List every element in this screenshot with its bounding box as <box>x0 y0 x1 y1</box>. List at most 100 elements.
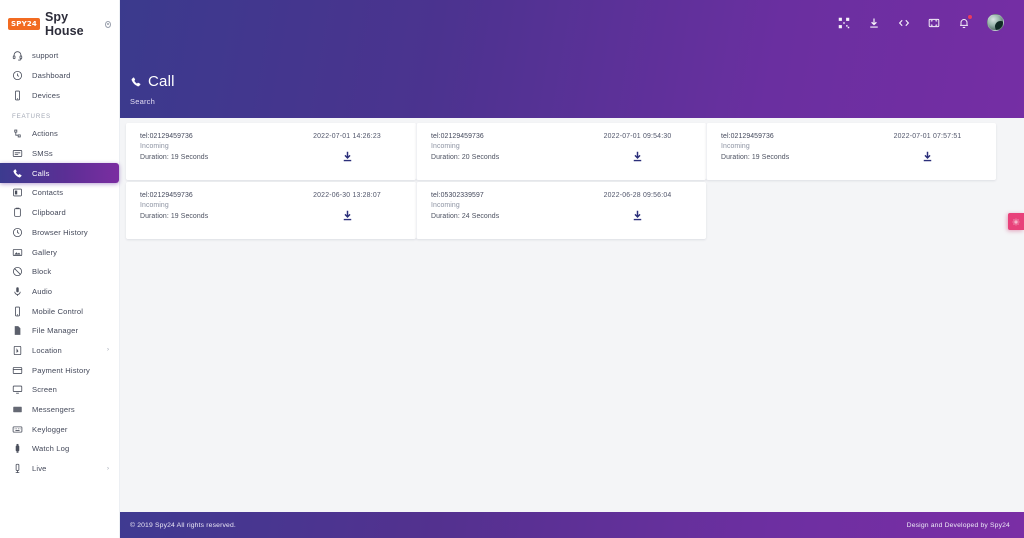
footer-copyright: © 2019 Spy24 All rights reserved. <box>130 521 236 529</box>
fullscreen-icon[interactable] <box>927 16 941 30</box>
sidebar-item-watch-log[interactable]: Watch Log <box>0 439 119 459</box>
headset-icon <box>12 50 23 61</box>
call-datetime: 2022-06-28 09:56:04 <box>603 192 672 199</box>
call-direction: Incoming <box>431 143 460 151</box>
calls-content: tel:02129459736 Incoming Duration: 19 Se… <box>120 118 1024 512</box>
sidebar-item-label: Payment History <box>32 365 90 375</box>
download-icon[interactable] <box>631 208 645 222</box>
spy24-logo: SPY24 <box>8 18 40 30</box>
contacts-icon <box>12 187 23 198</box>
sidebar-item-mobile-control[interactable]: Mobile Control <box>0 301 119 321</box>
call-datetime: 2022-07-01 14:26:23 <box>313 133 381 140</box>
footer: © 2019 Spy24 All rights reserved. Design… <box>120 512 1024 538</box>
sidebar-item-smss[interactable]: SMSs <box>0 144 119 164</box>
sidebar-item-keylogger[interactable]: Keylogger <box>0 419 119 439</box>
call-phone-number: tel:02129459736 <box>431 133 484 140</box>
call-card-meta: 2022-06-30 13:28:07 <box>290 191 404 239</box>
sidebar-item-label: support <box>32 51 59 61</box>
sidebar-item-screen[interactable]: Screen <box>0 380 119 400</box>
notification-badge <box>967 13 973 20</box>
messengers-icon <box>12 404 23 415</box>
sidebar-item-messengers[interactable]: Messengers <box>0 400 119 420</box>
download-icon[interactable] <box>340 208 354 222</box>
call-duration: Duration: 24 Seconds <box>431 212 500 220</box>
sidebar-item-dashboard[interactable]: Dashboard <box>0 66 119 86</box>
sidebar-item-label: Messengers <box>32 405 75 415</box>
chevron-right-icon: › <box>107 347 109 354</box>
sidebar-item-file-manager[interactable]: File Manager <box>0 321 119 341</box>
call-card-details: tel:02129459736 Incoming Duration: 20 Se… <box>431 132 581 180</box>
sidebar-item-audio[interactable]: Audio <box>0 282 119 302</box>
notification-bell-icon[interactable] <box>957 13 973 30</box>
call-card[interactable]: tel:02129459736 Incoming Duration: 19 Se… <box>706 123 996 180</box>
history-clock-icon <box>12 227 23 238</box>
calls-row-1: tel:02129459736 Incoming Duration: 19 Se… <box>126 123 1002 181</box>
sidebar-item-label: Dashboard <box>32 71 71 81</box>
sidebar-item-support[interactable]: support <box>0 46 119 66</box>
call-card[interactable]: tel:02129459736 Incoming Duration: 20 Se… <box>416 123 706 180</box>
call-card[interactable]: tel:02129459736 Incoming Duration: 19 Se… <box>126 182 416 239</box>
sidebar: SPY24 Spy House support Dashboard Device… <box>0 0 120 538</box>
call-datetime: 2022-06-30 13:28:07 <box>313 192 381 199</box>
sidebar-item-devices[interactable]: Devices <box>0 85 119 105</box>
call-card-details: tel:02129459736 Incoming Duration: 19 Se… <box>721 132 871 180</box>
top-header: Call Search <box>120 0 1024 118</box>
call-card[interactable]: tel:05302339597 Incoming Duration: 24 Se… <box>416 182 706 239</box>
brand-name: Spy House <box>44 10 84 38</box>
call-phone-number: tel:02129459736 <box>140 192 193 199</box>
user-avatar[interactable] <box>987 14 1004 31</box>
sidebar-nav-features: Actions SMSs Calls Contacts Clipboard Br… <box>0 124 119 478</box>
call-datetime: 2022-07-01 07:57:51 <box>893 133 962 140</box>
call-direction: Incoming <box>431 202 460 210</box>
sidebar-item-calls[interactable]: Calls <box>0 163 119 184</box>
page-title: Call <box>130 73 175 90</box>
download-icon[interactable] <box>340 149 354 163</box>
call-card-details: tel:05302339597 Incoming Duration: 24 Se… <box>431 191 581 239</box>
mobile-control-icon <box>12 306 23 317</box>
call-direction: Incoming <box>140 143 169 151</box>
header-actions <box>837 13 1004 31</box>
sidebar-item-clipboard[interactable]: Clipboard <box>0 203 119 223</box>
call-duration: Duration: 19 Seconds <box>140 153 209 161</box>
call-card-meta: 2022-06-28 09:56:04 <box>581 191 694 239</box>
page-header: Call Search <box>130 73 175 106</box>
call-direction: Incoming <box>721 143 750 151</box>
call-phone-number: tel:02129459736 <box>721 133 774 140</box>
code-brackets-icon[interactable] <box>897 16 911 30</box>
call-datetime: 2022-07-01 09:54:30 <box>603 133 672 140</box>
search-input[interactable]: Search <box>130 97 175 106</box>
call-card-details: tel:02129459736 Incoming Duration: 19 Se… <box>140 132 290 180</box>
sidebar-item-location[interactable]: Location › <box>0 341 119 361</box>
sidebar-item-actions[interactable]: Actions <box>0 124 119 144</box>
download-icon[interactable] <box>921 149 935 163</box>
call-duration: Duration: 20 Seconds <box>431 153 500 161</box>
sidebar-item-label: Actions <box>32 129 58 139</box>
sidebar-item-browser-history[interactable]: Browser History <box>0 223 119 243</box>
spy-house-app: SPY24 Spy House support Dashboard Device… <box>0 0 1024 538</box>
phone-icon <box>130 76 142 88</box>
mobile-device-icon <box>12 90 23 101</box>
download-icon[interactable] <box>631 149 645 163</box>
watch-icon <box>12 443 23 454</box>
call-card[interactable]: tel:02129459736 Incoming Duration: 19 Se… <box>126 123 416 180</box>
footer-credit: Design and Developed by Spy24 <box>906 521 1010 529</box>
call-card-meta: 2022-07-01 09:54:30 <box>581 132 694 180</box>
microphone-icon <box>12 286 23 297</box>
sidebar-item-contacts[interactable]: Contacts <box>0 183 119 203</box>
calls-row-2: tel:02129459736 Incoming Duration: 19 Se… <box>126 182 1002 240</box>
phone-icon <box>12 168 23 179</box>
sidebar-item-label: Keylogger <box>32 424 68 434</box>
settings-panel-toggle[interactable] <box>1008 213 1024 230</box>
sidebar-item-label: Watch Log <box>32 444 70 454</box>
sidebar-item-live[interactable]: Live › <box>0 459 119 479</box>
keyboard-icon <box>12 424 23 435</box>
brand[interactable]: SPY24 Spy House <box>0 8 119 40</box>
qr-code-icon[interactable] <box>837 16 851 30</box>
sidebar-item-payment-history[interactable]: Payment History <box>0 360 119 380</box>
download-icon[interactable] <box>867 16 881 30</box>
sidebar-item-block[interactable]: Block <box>0 262 119 282</box>
sidebar-item-label: Location <box>32 345 62 355</box>
monitor-icon <box>12 384 23 395</box>
collapse-toggle-icon[interactable] <box>105 20 111 28</box>
sidebar-item-gallery[interactable]: Gallery <box>0 242 119 262</box>
